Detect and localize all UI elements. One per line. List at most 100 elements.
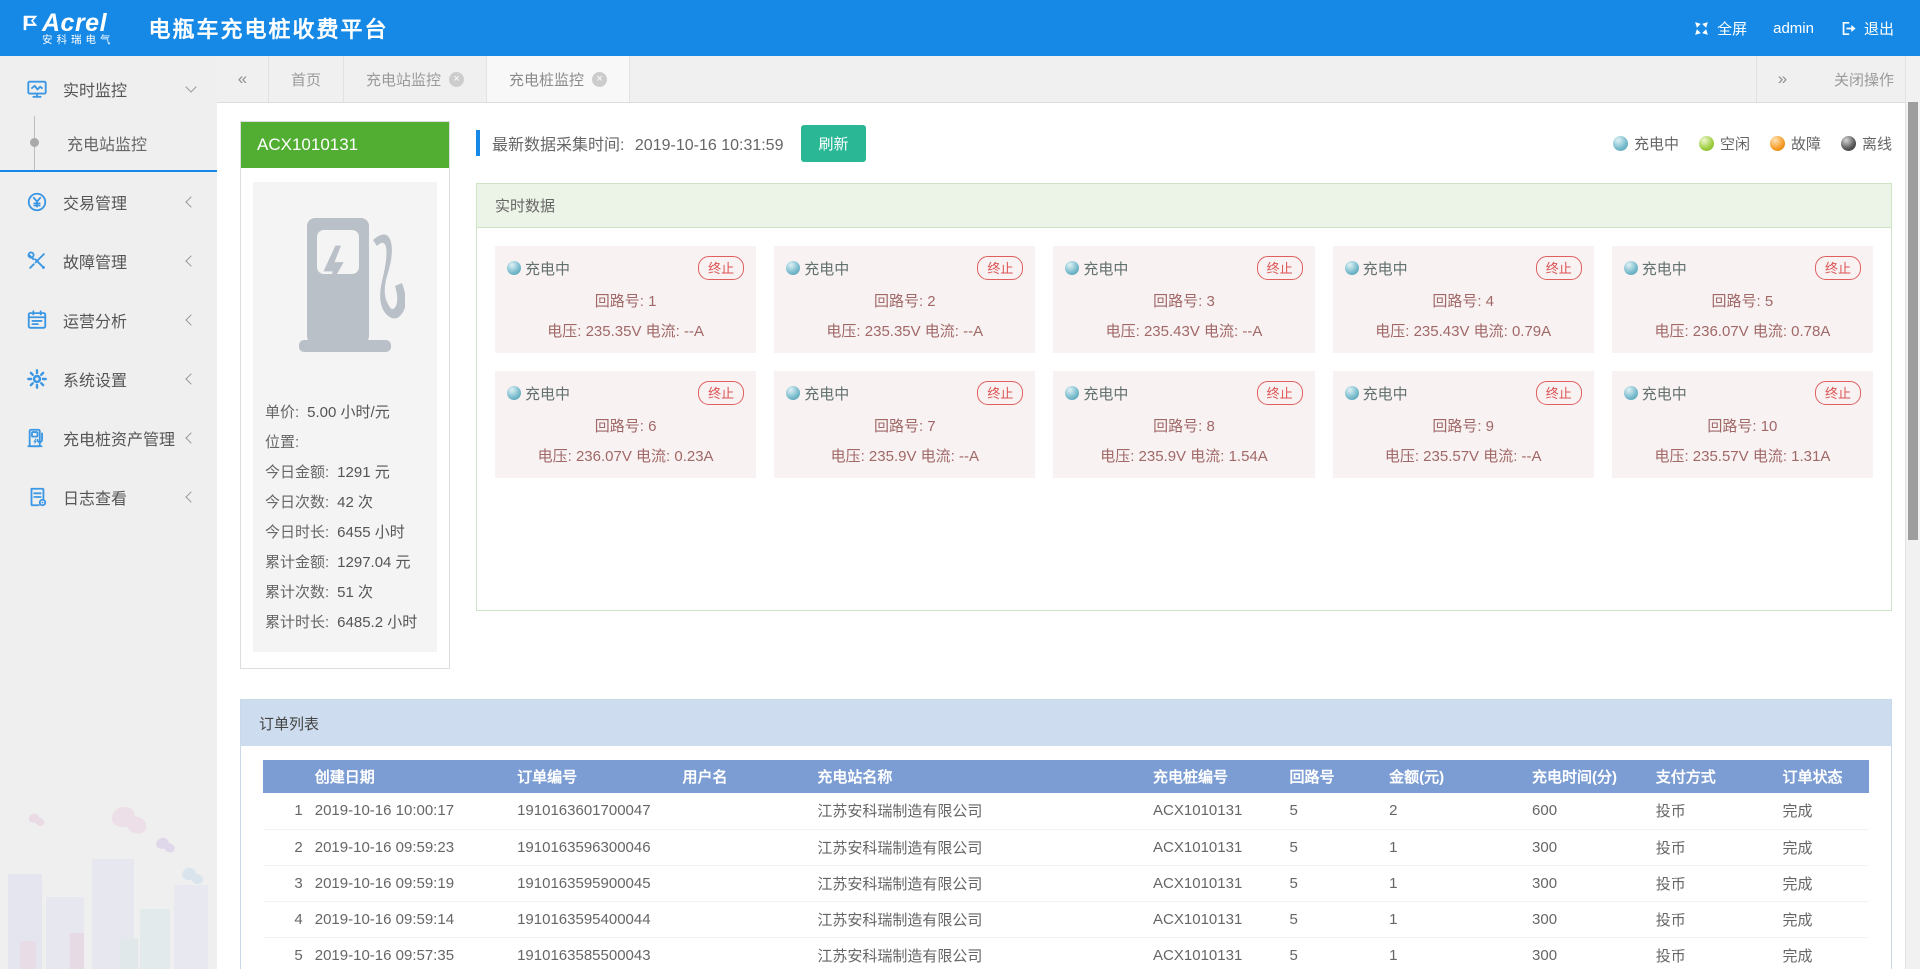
logout-icon xyxy=(1840,20,1857,37)
row-cell: 1910163596300046 xyxy=(507,829,672,865)
circuit-status-label: 充电中 xyxy=(1083,258,1128,279)
sidebar-subitem-充电站监控[interactable]: 充电站监控 xyxy=(0,116,217,170)
tab-label: 充电站监控 xyxy=(366,69,441,90)
circuit-number: 回路号: 4 xyxy=(1345,290,1582,311)
row-cell: ACX1010131 xyxy=(1143,865,1280,901)
sidebar-item-label: 充电桩资产管理 xyxy=(63,426,175,450)
circuit-number: 回路号: 1 xyxy=(507,290,744,311)
circuit-card: 充电中终止回路号: 8电压: 235.9V 电流: 1.54A xyxy=(1053,371,1314,478)
status-legend: 充电中空闲故障离线 xyxy=(1613,133,1892,154)
terminate-button[interactable]: 终止 xyxy=(1815,256,1861,280)
stat-value: 6455 小时 xyxy=(337,524,405,541)
terminate-button[interactable]: 终止 xyxy=(1536,256,1582,280)
orders-column-header: 创建日期 xyxy=(305,760,507,793)
legend-idle: 空闲 xyxy=(1699,133,1750,154)
terminate-button[interactable]: 终止 xyxy=(977,381,1023,405)
row-cell: 完成 xyxy=(1773,937,1869,969)
station-stat-row: 今日次数:42 次 xyxy=(265,488,425,518)
circuit-status-label: 充电中 xyxy=(1083,383,1128,404)
sidebar-item-系统设置[interactable]: 系统设置 xyxy=(0,350,217,408)
row-cell: 5 xyxy=(1280,937,1380,969)
charger-asset-icon xyxy=(26,427,48,449)
terminate-button[interactable]: 终止 xyxy=(698,381,744,405)
row-index: 2 xyxy=(263,829,305,865)
tabs-scroll-left-button[interactable] xyxy=(217,56,269,102)
tab-充电站监控[interactable]: 充电站监控 xyxy=(344,56,487,102)
logout-button[interactable]: 退出 xyxy=(1840,18,1894,39)
table-row[interactable]: 32019-10-16 09:59:191910163595900045江苏安科… xyxy=(263,865,1869,901)
sidebar-item-实时监控[interactable]: 实时监控 xyxy=(0,62,217,116)
circuit-status-row: 充电中终止 xyxy=(786,256,1023,280)
circuit-status-row: 充电中 终止 xyxy=(1065,256,1302,280)
tab-close-icon[interactable] xyxy=(449,72,464,87)
username[interactable]: admin xyxy=(1773,20,1814,37)
sidebar-item-充电桩资产管理[interactable]: 充电桩资产管理 xyxy=(0,409,217,467)
circuit-status-label: 充电中 xyxy=(1642,383,1687,404)
app-header: Acrel 安科瑞电气 电瓶车充电桩收费平台 全屏 admin 退出 xyxy=(0,0,1920,56)
sidebar-item-运营分析[interactable]: 运营分析 xyxy=(0,291,217,349)
tabs-scroll-right-button[interactable] xyxy=(1756,56,1808,102)
row-cell: 1910163585500043 xyxy=(507,937,672,969)
row-cell: 江苏安科瑞制造有限公司 xyxy=(807,865,1143,901)
sidebar-item-日志查看[interactable]: 日志查看 xyxy=(0,468,217,526)
orders-column-header: 订单编号 xyxy=(507,760,672,793)
status-orb-charging-icon xyxy=(1624,261,1638,275)
orders-column-header: 充电站名称 xyxy=(807,760,1143,793)
row-cell: 2 xyxy=(1379,793,1522,829)
stat-label: 今日次数: xyxy=(265,494,329,511)
circuit-card: 充电中终止回路号: 1电压: 235.35V 电流: --A xyxy=(495,246,756,353)
circuit-status-label: 充电中 xyxy=(1363,383,1408,404)
row-cell xyxy=(673,865,808,901)
sidebar: 实时监控充电站监控交易管理故障管理运营分析 系统设置充电桩资产管理日志查看 xyxy=(0,56,217,969)
row-cell: 1910163595400044 xyxy=(507,901,672,937)
orders-column-header: 金额(元) xyxy=(1379,760,1522,793)
terminate-button[interactable]: 终止 xyxy=(1815,381,1861,405)
tab-首页[interactable]: 首页 xyxy=(269,56,344,102)
orders-column-header: 充电时间(分) xyxy=(1522,760,1646,793)
row-cell: 投币 xyxy=(1646,793,1773,829)
orders-col-index xyxy=(263,760,305,793)
close-operations-button[interactable]: 关闭操作 xyxy=(1808,56,1920,102)
table-row[interactable]: 52019-10-16 09:57:351910163585500043江苏安科… xyxy=(263,937,1869,969)
row-cell: ACX1010131 xyxy=(1143,901,1280,937)
terminate-button[interactable]: 终止 xyxy=(698,256,744,280)
row-cell: ACX1010131 xyxy=(1143,937,1280,969)
terminate-button[interactable]: 终止 xyxy=(1257,381,1303,405)
row-cell: 300 xyxy=(1522,865,1646,901)
terminate-button[interactable]: 终止 xyxy=(977,256,1023,280)
scrollbar-thumb[interactable] xyxy=(1908,102,1918,540)
tab-close-icon[interactable] xyxy=(592,72,607,87)
orders-column-header: 订单状态 xyxy=(1773,760,1869,793)
table-row[interactable]: 22019-10-16 09:59:231910163596300046江苏安科… xyxy=(263,829,1869,865)
circuit-card: 充电中终止回路号: 3电压: 235.43V 电流: --A xyxy=(1053,246,1314,353)
sidebar-item-label: 交易管理 xyxy=(63,190,127,214)
station-stat-row: 今日金额: 1291 元 xyxy=(265,458,425,488)
subitem-marker xyxy=(30,116,39,170)
fullscreen-button[interactable]: 全屏 xyxy=(1693,18,1747,39)
chevron-left-icon xyxy=(185,196,196,207)
circuit-status-row: 充电中终止 xyxy=(507,256,744,280)
table-row[interactable]: 42019-10-16 09:59:141910163595400044江苏安科… xyxy=(263,901,1869,937)
terminate-button[interactable]: 终止 xyxy=(1257,256,1303,280)
tab-充电桩监控[interactable]: 充电桩监控 xyxy=(487,56,630,102)
table-row[interactable]: 12019-10-16 10:00:171910163601700047江苏安科… xyxy=(263,793,1869,829)
stat-value: 6485.2 小时 xyxy=(337,614,417,631)
station-stat-row: 单价:5.00 小时/元 xyxy=(265,398,425,428)
row-cell: ACX1010131 xyxy=(1143,829,1280,865)
row-cell: 300 xyxy=(1522,901,1646,937)
refresh-button[interactable]: 刷新 xyxy=(801,125,865,162)
circuit-number: 回路号: 9 xyxy=(1345,415,1582,436)
terminate-button[interactable]: 终止 xyxy=(1536,381,1582,405)
sidebar-item-故障管理[interactable]: 故障管理 xyxy=(0,232,217,290)
vertical-scrollbar[interactable] xyxy=(1905,56,1920,969)
legend-label: 充电中 xyxy=(1634,133,1679,154)
sidebar-item-label: 日志查看 xyxy=(63,485,127,509)
stat-value: 1291 元 xyxy=(337,464,390,481)
circuit-number: 回路号: 10 xyxy=(1624,415,1861,436)
legend-charging: 充电中 xyxy=(1613,133,1679,154)
sidebar-item-交易管理[interactable]: 交易管理 xyxy=(0,173,217,231)
station-stat-row: 累计次数:51 次 xyxy=(265,578,425,608)
stat-value: 5.00 小时/元 xyxy=(307,404,390,421)
station-stat-row: 今日时长:6455 小时 xyxy=(265,518,425,548)
stat-label: 今日金额: xyxy=(265,464,329,481)
